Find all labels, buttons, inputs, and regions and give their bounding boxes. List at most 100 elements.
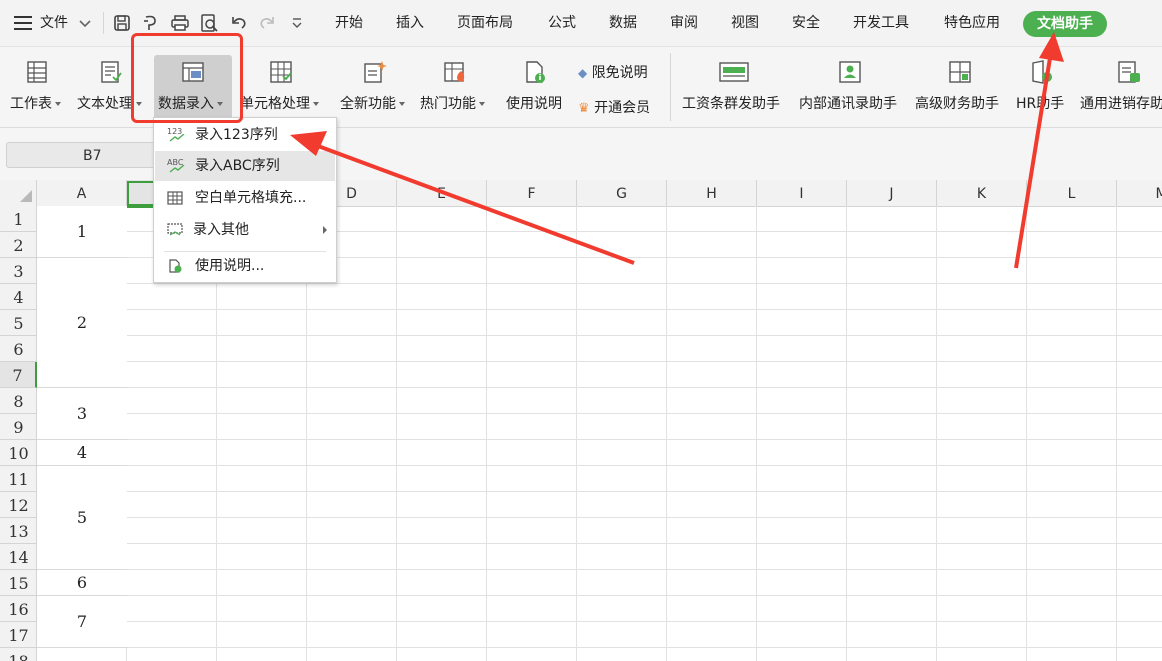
select-all-corner[interactable] <box>0 180 37 206</box>
column-header-h[interactable]: H <box>667 180 757 206</box>
usage-guide-item[interactable]: 使用说明... <box>155 251 335 281</box>
new-features-label: 全新功能 <box>340 96 396 112</box>
tab-home[interactable]: 开始 <box>335 0 363 46</box>
row-header-3[interactable]: 3 <box>0 258 37 284</box>
column-header-a[interactable]: A <box>37 180 127 206</box>
row-header-1[interactable]: 1 <box>0 206 37 232</box>
tag-icon: ◆ <box>578 66 588 80</box>
free-notice-link[interactable]: ◆ 限免说明 <box>578 62 648 82</box>
row-header-18[interactable]: 18 <box>0 648 37 661</box>
column-header-e[interactable]: E <box>397 180 487 206</box>
row-header-12[interactable]: 12 <box>0 492 37 518</box>
row-header-15[interactable]: 15 <box>0 570 37 596</box>
cell-processing-icon <box>270 61 292 83</box>
column-header-g[interactable]: G <box>577 180 667 206</box>
customize-toolbar-icon[interactable] <box>290 13 304 33</box>
column-header-j[interactable]: J <box>847 180 937 206</box>
cell-a-merged[interactable]: 2 <box>37 258 127 388</box>
payslip-assistant-button[interactable]: 工资条群发助手 <box>680 47 790 127</box>
cell-processing-label: 单元格处理 <box>240 96 310 112</box>
column-header-k[interactable]: K <box>937 180 1027 206</box>
tab-formula[interactable]: 公式 <box>548 0 576 46</box>
submenu-arrow-icon <box>323 226 327 234</box>
grid-icon <box>167 191 183 205</box>
gridline <box>37 569 1162 570</box>
usage-guide-icon <box>526 61 545 83</box>
divider <box>103 12 104 34</box>
crown-icon: ♛ <box>578 101 590 116</box>
hr-assistant-button[interactable]: HR助手 <box>1014 47 1072 127</box>
entry-other-item[interactable]: 录入其他 <box>155 215 335 245</box>
row-header-5[interactable]: 5 <box>0 310 37 336</box>
gridline <box>576 206 577 661</box>
name-box[interactable]: B7 <box>6 142 176 168</box>
format-painter-icon[interactable] <box>141 13 161 33</box>
column-header-l[interactable]: L <box>1027 180 1117 206</box>
gridline <box>1026 206 1027 661</box>
column-header-m[interactable]: M <box>1117 180 1162 206</box>
open-membership-link[interactable]: ♛ 开通会员 <box>578 97 650 117</box>
tab-security[interactable]: 安全 <box>792 0 820 46</box>
payslip-assistant-label: 工资条群发助手 <box>682 96 780 112</box>
cell-a-merged[interactable]: 4 <box>37 440 127 466</box>
undo-icon[interactable] <box>229 13 249 33</box>
contacts-assistant-button[interactable]: 内部通讯录助手 <box>797 47 907 127</box>
worksheet-button[interactable]: 工作表 <box>6 47 66 127</box>
cell-a-merged[interactable]: 7 <box>37 596 127 648</box>
chevron-down-icon[interactable] <box>78 16 92 30</box>
gridline <box>756 206 757 661</box>
gridline <box>37 413 1162 414</box>
blank-cell-fill-item[interactable]: 空白单元格填充... <box>155 183 335 213</box>
inventory-assistant-label: 通用进销存助 <box>1080 96 1162 112</box>
row-header-16[interactable]: 16 <box>0 596 37 622</box>
row-header-14[interactable]: 14 <box>0 544 37 570</box>
tab-view[interactable]: 视图 <box>731 0 759 46</box>
row-header-13[interactable]: 13 <box>0 518 37 544</box>
column-header-f[interactable]: F <box>487 180 577 206</box>
new-features-icon <box>364 61 387 83</box>
usage-guide-button[interactable]: 使用说明 <box>504 47 570 127</box>
row-header-10[interactable]: 10 <box>0 440 37 466</box>
print-preview-icon[interactable] <box>199 13 219 33</box>
text-processing-icon <box>101 61 122 83</box>
gridline <box>37 361 1162 362</box>
cell-a-merged[interactable]: 5 <box>37 466 127 570</box>
row-header-8[interactable]: 8 <box>0 388 37 414</box>
tab-developer[interactable]: 开发工具 <box>853 0 909 46</box>
row-header-6[interactable]: 6 <box>0 336 37 362</box>
save-icon[interactable] <box>112 13 132 33</box>
gridline <box>846 206 847 661</box>
row-header-11[interactable]: 11 <box>0 466 37 492</box>
cell-a-merged[interactable]: 6 <box>37 570 127 596</box>
finance-assistant-button[interactable]: 高级财务助手 <box>913 47 1009 127</box>
column-header-i[interactable]: I <box>757 180 847 206</box>
row-header-17[interactable]: 17 <box>0 622 37 648</box>
tab-data[interactable]: 数据 <box>609 0 637 46</box>
gridline <box>37 621 1162 622</box>
cell-a-merged[interactable]: 1 <box>37 206 127 258</box>
redo-icon[interactable] <box>257 13 277 33</box>
tab-page-layout[interactable]: 页面布局 <box>457 0 513 46</box>
inventory-assistant-button[interactable]: 通用进销存助 <box>1078 47 1162 127</box>
entry-abc-series-item[interactable]: ABC 录入ABC序列 <box>155 151 335 181</box>
cell-processing-button[interactable]: 单元格处理 <box>238 47 324 127</box>
inventory-icon <box>1118 61 1140 83</box>
menu-icon[interactable] <box>14 16 32 30</box>
tab-special-apps[interactable]: 特色应用 <box>944 0 1000 46</box>
worksheet-label: 工作表 <box>10 96 52 112</box>
hot-features-button[interactable]: 热门功能 <box>418 47 494 127</box>
entry-123-series-item[interactable]: 123 录入123序列 <box>155 120 335 150</box>
new-features-button[interactable]: 全新功能 <box>338 47 412 127</box>
tab-doc-assistant[interactable]: 文档助手 <box>1023 11 1107 37</box>
print-icon[interactable] <box>170 13 190 33</box>
row-header-2[interactable]: 2 <box>0 232 37 258</box>
tab-insert[interactable]: 插入 <box>396 0 424 46</box>
cell-a-merged[interactable]: 3 <box>37 388 127 440</box>
row-header-9[interactable]: 9 <box>0 414 37 440</box>
row-header-7[interactable]: 7 <box>0 362 37 388</box>
other-entry-icon <box>167 223 183 236</box>
row-header-4[interactable]: 4 <box>0 284 37 310</box>
usage-guide-label: 使用说明 <box>506 96 562 112</box>
file-menu[interactable]: 文件 <box>40 0 68 46</box>
tab-review[interactable]: 审阅 <box>670 0 698 46</box>
